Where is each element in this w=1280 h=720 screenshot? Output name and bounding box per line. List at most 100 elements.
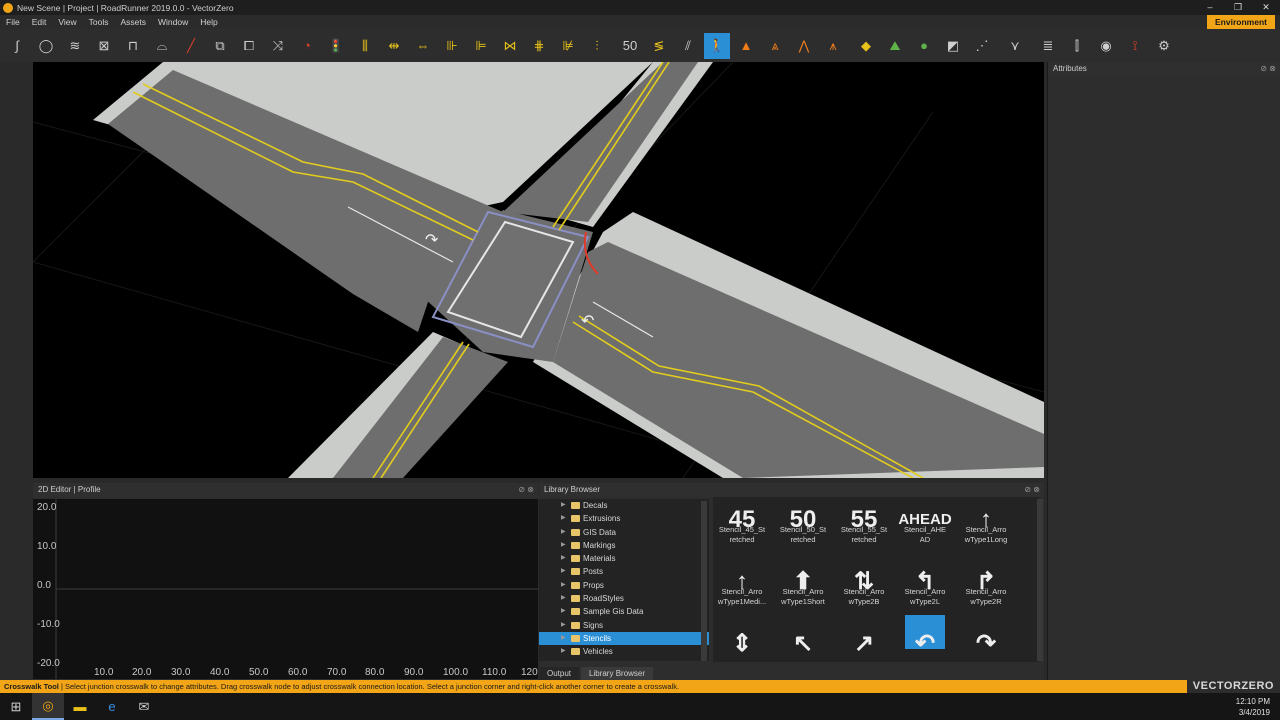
menu-view[interactable]: View: [58, 17, 76, 27]
lane-form-icon[interactable]: ⇔: [410, 33, 436, 59]
folder-item[interactable]: ▶ Posts: [539, 565, 709, 578]
surface-icon[interactable]: ●: [911, 33, 937, 59]
expand-arrow-icon[interactable]: ▶: [561, 632, 566, 645]
asset-tile[interactable]: 45 Stencil_45_St retched: [713, 497, 771, 545]
lane-width-icon[interactable]: ⌓: [149, 33, 175, 59]
lane-add-icon[interactable]: ⧉: [207, 33, 233, 59]
scenario-icon[interactable]: ⟟: [1122, 33, 1148, 59]
asset-tile[interactable]: ↖: [774, 615, 832, 656]
world-settings-icon[interactable]: ⚙: [1151, 33, 1177, 59]
menu-file[interactable]: File: [6, 17, 20, 27]
folder-item[interactable]: ▶ Materials: [539, 552, 709, 565]
asset-tile[interactable]: ↱ Stencil_Arro wType2R: [957, 553, 1015, 607]
expand-arrow-icon[interactable]: ▶: [561, 552, 566, 565]
road-construction-icon[interactable]: ⊠: [91, 33, 117, 59]
menu-help[interactable]: Help: [200, 17, 217, 27]
speed-marking-icon[interactable]: 50: [617, 33, 643, 59]
lane-marking-1-icon[interactable]: ⊪: [439, 33, 465, 59]
expand-arrow-icon[interactable]: ▶: [561, 539, 566, 552]
lane-tool-icon[interactable]: ⊓: [120, 33, 146, 59]
prop-set-icon[interactable]: ⩓: [762, 33, 788, 59]
expand-arrow-icon[interactable]: ▶: [561, 565, 566, 578]
asset-scrollbar[interactable]: [1037, 499, 1043, 661]
expand-arrow-icon[interactable]: ▶: [561, 526, 566, 539]
folder-item[interactable]: ▶ GIS Data: [539, 526, 709, 539]
maneuver-icon[interactable]: ⤨: [265, 33, 291, 59]
asset-tile[interactable]: ↰ Stencil_Arro wType2L: [896, 553, 954, 607]
expand-arrow-icon[interactable]: ▶: [561, 592, 566, 605]
lane-marking-5-icon[interactable]: ⊯: [555, 33, 581, 59]
curve-marking-icon[interactable]: ≶: [646, 33, 672, 59]
environment-button[interactable]: Environment: [1207, 15, 1275, 29]
lane-marking-4-icon[interactable]: ⋕: [526, 33, 552, 59]
lane-marking-6-icon[interactable]: ⫶: [584, 33, 610, 59]
tab-output[interactable]: Output: [539, 667, 580, 680]
prop-span-icon[interactable]: ⩚: [820, 33, 846, 59]
minimize-button[interactable]: ‒: [1196, 0, 1224, 15]
folder-item[interactable]: ▶ Stencils: [539, 631, 709, 646]
scene-render[interactable]: ↷ ↶: [33, 62, 1044, 478]
asset-tile[interactable]: 50 Stencil_50_St retched: [774, 497, 832, 545]
mail-icon[interactable]: ✉: [128, 693, 160, 720]
expand-arrow-icon[interactable]: ▶: [561, 605, 566, 618]
asset-tile[interactable]: ⬆ Stencil_Arro wType1Short: [774, 553, 832, 607]
stripe-marking-icon[interactable]: ⫽: [675, 33, 701, 59]
expand-arrow-icon[interactable]: ▶: [561, 645, 566, 658]
menu-tools[interactable]: Tools: [89, 17, 109, 27]
junction-icon[interactable]: ⧠: [236, 33, 262, 59]
lane-marking-3-icon[interactable]: ⋈: [497, 33, 523, 59]
edge-browser-icon[interactable]: e: [96, 693, 128, 720]
library-close-icon[interactable]: ⊘ ⊗: [1024, 483, 1040, 497]
corner-icon[interactable]: ◔: [294, 33, 320, 59]
scene-viewport[interactable]: ↷ ↶: [33, 62, 1044, 478]
layers-icon[interactable]: ≣: [1035, 33, 1061, 59]
prop-curve-icon[interactable]: ⋀: [791, 33, 817, 59]
folder-item[interactable]: ▶ Sample Gis Data: [539, 605, 709, 618]
bridge-icon[interactable]: ⫿: [1064, 33, 1090, 59]
asset-tile[interactable]: 55 Stencil_55_St retched: [835, 497, 893, 545]
menu-assets[interactable]: Assets: [120, 17, 146, 27]
lane-marking-2-icon[interactable]: ⊫: [468, 33, 494, 59]
asset-tile[interactable]: ↑ Stencil_Arro wType1Medi...: [713, 553, 771, 607]
lane-carve-icon[interactable]: ⇹: [381, 33, 407, 59]
expand-arrow-icon[interactable]: ▶: [561, 579, 566, 592]
lane-marking-icon[interactable]: ╱: [178, 33, 204, 59]
system-clock[interactable]: 12:10 PM 3/4/2019: [1236, 696, 1270, 718]
maximize-button[interactable]: ❐: [1224, 0, 1252, 15]
asset-tile[interactable]: ⇅ Stencil_Arro wType2B: [835, 553, 893, 607]
asset-tile[interactable]: ⇕: [713, 615, 771, 656]
expand-arrow-icon[interactable]: ▶: [561, 499, 566, 512]
crosswalk-icon[interactable]: 🚶: [704, 32, 730, 59]
expand-arrow-icon[interactable]: ▶: [561, 512, 566, 525]
cone-icon[interactable]: ▲: [733, 33, 759, 59]
marking-point-icon[interactable]: ⋎: [1002, 33, 1028, 59]
expand-arrow-icon[interactable]: ▶: [561, 619, 566, 632]
panel-close-icon[interactable]: ⊘ ⊗: [1260, 62, 1276, 76]
folder-item[interactable]: ▶ Markings: [539, 539, 709, 552]
folder-item[interactable]: ▶ Extrusions: [539, 512, 709, 525]
file-explorer-icon[interactable]: ▬: [64, 693, 96, 720]
asset-tile[interactable]: ↗: [835, 615, 893, 656]
tab-library-browser[interactable]: Library Browser: [581, 667, 654, 680]
terrain-icon[interactable]: ⛰: [882, 33, 908, 59]
point-cloud-icon[interactable]: ⋰: [969, 33, 995, 59]
asset-tile[interactable]: AHEAD Stencil_AHE AD: [896, 497, 954, 545]
circle-road-icon[interactable]: ◯: [33, 33, 59, 59]
windows-start-icon[interactable]: ⊞: [0, 693, 32, 720]
asset-tile[interactable]: ↷: [957, 615, 1015, 656]
editor-close-icon[interactable]: ⊘ ⊗: [518, 483, 534, 497]
asset-tile[interactable]: ↑ Stencil_Arro wType1Long: [957, 497, 1015, 545]
profile-plot[interactable]: 20.0 10.0 0.0 -10.0 -20.0 10.0 20.0 30.0…: [33, 499, 538, 679]
elevation-map-icon[interactable]: ◩: [940, 33, 966, 59]
signal-icon[interactable]: 🚦: [323, 33, 349, 59]
road-plan-icon[interactable]: ∫: [4, 33, 30, 59]
sign-icon[interactable]: ◆: [853, 33, 879, 59]
tree-scrollbar[interactable]: [701, 501, 707, 661]
close-button[interactable]: ✕: [1252, 0, 1280, 15]
roadrunner-app-icon[interactable]: ◎: [32, 693, 64, 720]
folder-item[interactable]: ▶ Decals: [539, 499, 709, 512]
folder-item[interactable]: ▶ Vehicles: [539, 645, 709, 658]
folder-item[interactable]: ▶ Props: [539, 579, 709, 592]
menu-edit[interactable]: Edit: [32, 17, 47, 27]
camera-icon[interactable]: ◉: [1093, 33, 1119, 59]
